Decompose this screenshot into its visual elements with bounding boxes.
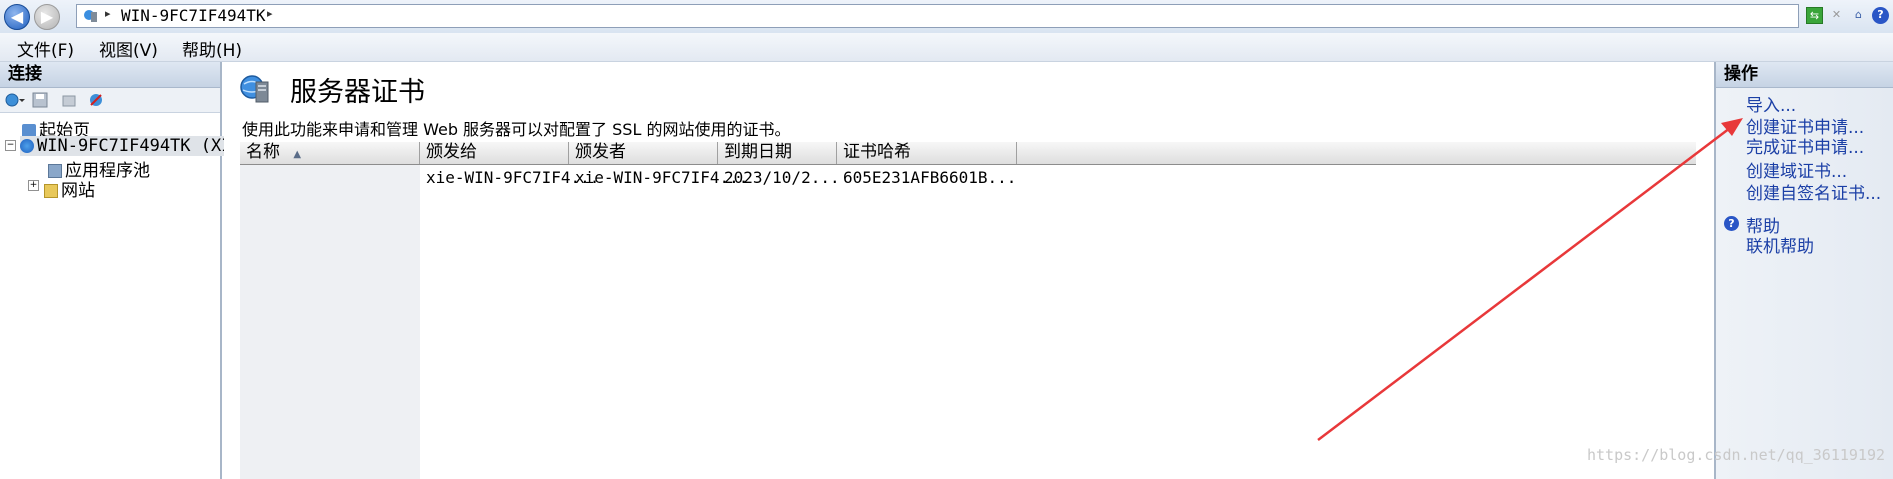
annotation-arrow [1317, 118, 1743, 441]
watermark: https://blog.csdn.net/qq_36119192 [1586, 446, 1885, 464]
